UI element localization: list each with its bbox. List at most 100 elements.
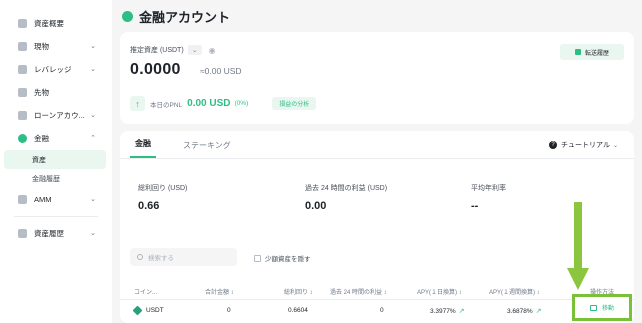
chevron-down-icon: ⌄	[90, 66, 96, 73]
amm-icon	[18, 195, 27, 204]
tab-staking[interactable]: ステーキング	[178, 140, 236, 158]
table-cell-24h-profit: 0	[380, 307, 384, 314]
stat-total-yield: 総利回り (USD) 0.66	[138, 183, 187, 212]
search-placeholder: 検索する	[148, 255, 174, 262]
move-button[interactable]: 移動	[572, 294, 632, 321]
earn-assets-card: 金融 ステーキング ? チュートリアル ⌄ 総利回り (USD) 0.66 過去…	[120, 131, 634, 323]
pnl-analysis-button[interactable]: 損益の分析	[272, 97, 317, 110]
tutorial-label: チュートリアル	[561, 142, 610, 149]
arrow-up-icon: ↑	[130, 96, 145, 111]
document-icon	[574, 49, 581, 55]
column-header-apy-7d[interactable]: APY(１週間換算) ↕	[489, 287, 540, 296]
apy-1d-value: 3.3977%	[430, 308, 456, 315]
column-header-yield[interactable]: 総利回り ↕	[284, 287, 313, 296]
sidebar-divider	[14, 216, 98, 217]
column-header-coin[interactable]: コイン...	[134, 287, 157, 296]
coin-name: USDT	[146, 307, 164, 314]
chevron-down-icon: ⌄	[90, 196, 96, 203]
page-title: 金融アカウント	[122, 7, 230, 26]
sidebar: 資産概要 現物 ⌄ レバレッジ ⌄ 先物 ローンアカウ... ⌄ 金融 ⌃ 資産…	[0, 0, 112, 323]
estimated-usd-value: ≈0.00 USD	[200, 66, 242, 76]
sidebar-subitem-earn-history[interactable]: 金融履歴	[4, 169, 106, 188]
table-header-divider	[120, 299, 634, 300]
chevron-down-icon: ⌄	[90, 230, 96, 237]
search-icon	[137, 254, 143, 260]
sidebar-item-earn[interactable]: 金融 ⌃	[0, 127, 112, 150]
estimated-assets-value: 0.0000	[130, 61, 181, 78]
table-cell-apy-1d: 3.3977% ↗	[430, 307, 465, 315]
tab-earn[interactable]: 金融	[130, 138, 156, 158]
transfer-icon	[589, 304, 597, 311]
eye-icon[interactable]: ◉	[209, 46, 216, 55]
tutorial-dropdown[interactable]: ? チュートリアル ⌄	[549, 140, 618, 150]
stat-label: 過去 24 時間の利益 (USD)	[305, 185, 388, 192]
annotation-arrow-head	[567, 268, 589, 290]
sidebar-item-futures[interactable]: 先物	[0, 81, 112, 104]
column-header-total[interactable]: 合計金額 ↕	[205, 287, 234, 296]
sidebar-item-spot[interactable]: 現物 ⌄	[0, 35, 112, 58]
transfer-history-button[interactable]: 転送履歴	[560, 44, 624, 60]
chevron-down-icon: ⌄	[612, 142, 618, 149]
sidebar-item-label: 金融	[34, 134, 49, 143]
tab-bar: 金融 ステーキング	[130, 131, 258, 158]
currency-select[interactable]: ⌄	[187, 45, 202, 55]
stat-label: 平均年利率	[471, 185, 506, 192]
loan-icon	[18, 111, 27, 120]
estimated-assets-label-text: 推定資産 (USDT)	[130, 47, 184, 54]
stat-value: 0.00	[305, 200, 327, 212]
sidebar-item-margin[interactable]: レバレッジ ⌄	[0, 58, 112, 81]
pnl-value: 0.00 USD	[187, 98, 231, 109]
sidebar-item-loan[interactable]: ローンアカウ... ⌄	[0, 104, 112, 127]
futures-icon	[18, 88, 27, 97]
table-cell-total: 0	[227, 307, 231, 314]
sidebar-item-label: AMM	[34, 195, 52, 204]
sidebar-item-amm[interactable]: AMM ⌄	[0, 188, 112, 211]
page-title-text: 金融アカウント	[139, 10, 231, 25]
trend-up-icon: ↗	[535, 308, 542, 315]
sidebar-item-overview[interactable]: 資産概要	[0, 12, 112, 35]
stat-avg-apr: 平均年利率 --	[471, 183, 506, 212]
overview-icon	[18, 19, 27, 28]
pnl-row: ↑ 本日のPNL 0.00 USD (0%) 損益の分析	[130, 96, 317, 111]
sidebar-item-label: 先物	[34, 88, 49, 97]
estimated-assets-label: 推定資産 (USDT) ⌄ ◉	[130, 45, 216, 55]
earn-icon	[122, 11, 133, 22]
stat-value: --	[471, 200, 479, 212]
spot-icon	[18, 42, 27, 51]
sidebar-subitem-assets[interactable]: 資産	[4, 150, 106, 169]
table-cell-coin: USDT	[132, 305, 164, 316]
history-icon	[18, 229, 27, 238]
search-input[interactable]: 検索する	[130, 248, 237, 266]
sidebar-item-label: 資産概要	[34, 19, 64, 28]
sidebar-item-label: 資産履歴	[34, 229, 64, 238]
apy-7d-value: 3.6878%	[507, 308, 533, 315]
chevron-down-icon: ⌄	[90, 43, 96, 50]
stat-label: 総利回り (USD)	[138, 185, 188, 192]
margin-icon	[18, 65, 27, 74]
sidebar-item-label: ローンアカウ...	[34, 111, 85, 120]
column-header-24h-profit[interactable]: 過去 24 時間の利益 ↕	[330, 287, 387, 296]
pnl-label: 本日のPNL	[150, 101, 183, 109]
column-header-apy-1d[interactable]: APY(１日換算) ↕	[417, 287, 462, 296]
stat-value: 0.66	[138, 200, 160, 212]
table-cell-apy-7d: 3.6878% ↗	[507, 307, 542, 315]
transfer-history-label: 転送履歴	[584, 50, 609, 57]
help-icon: ?	[549, 141, 558, 149]
earn-icon	[18, 134, 27, 143]
hide-small-assets-checkbox[interactable]: 少額資産を隠す	[254, 253, 311, 263]
move-button-label: 移動	[601, 306, 614, 312]
sidebar-item-label: レバレッジ	[34, 65, 72, 74]
chevron-down-icon: ⌄	[90, 112, 96, 119]
chevron-up-icon: ⌃	[90, 135, 96, 142]
sidebar-item-asset-history[interactable]: 資産履歴 ⌄	[0, 222, 112, 245]
pnl-percent: (0%)	[234, 100, 249, 107]
sidebar-item-label: 現物	[34, 42, 49, 51]
table-cell-yield: 0.6604	[288, 307, 308, 314]
checkbox[interactable]	[254, 254, 261, 262]
tab-divider	[120, 158, 634, 159]
annotation-arrow-shaft	[574, 202, 582, 270]
stat-24h-profit: 過去 24 時間の利益 (USD) 0.00	[305, 183, 387, 212]
usdt-icon	[132, 305, 143, 316]
trend-up-icon: ↗	[458, 308, 465, 315]
summary-card: 推定資産 (USDT) ⌄ ◉ 0.0000 ≈0.00 USD 転送履歴 ↑ …	[120, 32, 634, 124]
